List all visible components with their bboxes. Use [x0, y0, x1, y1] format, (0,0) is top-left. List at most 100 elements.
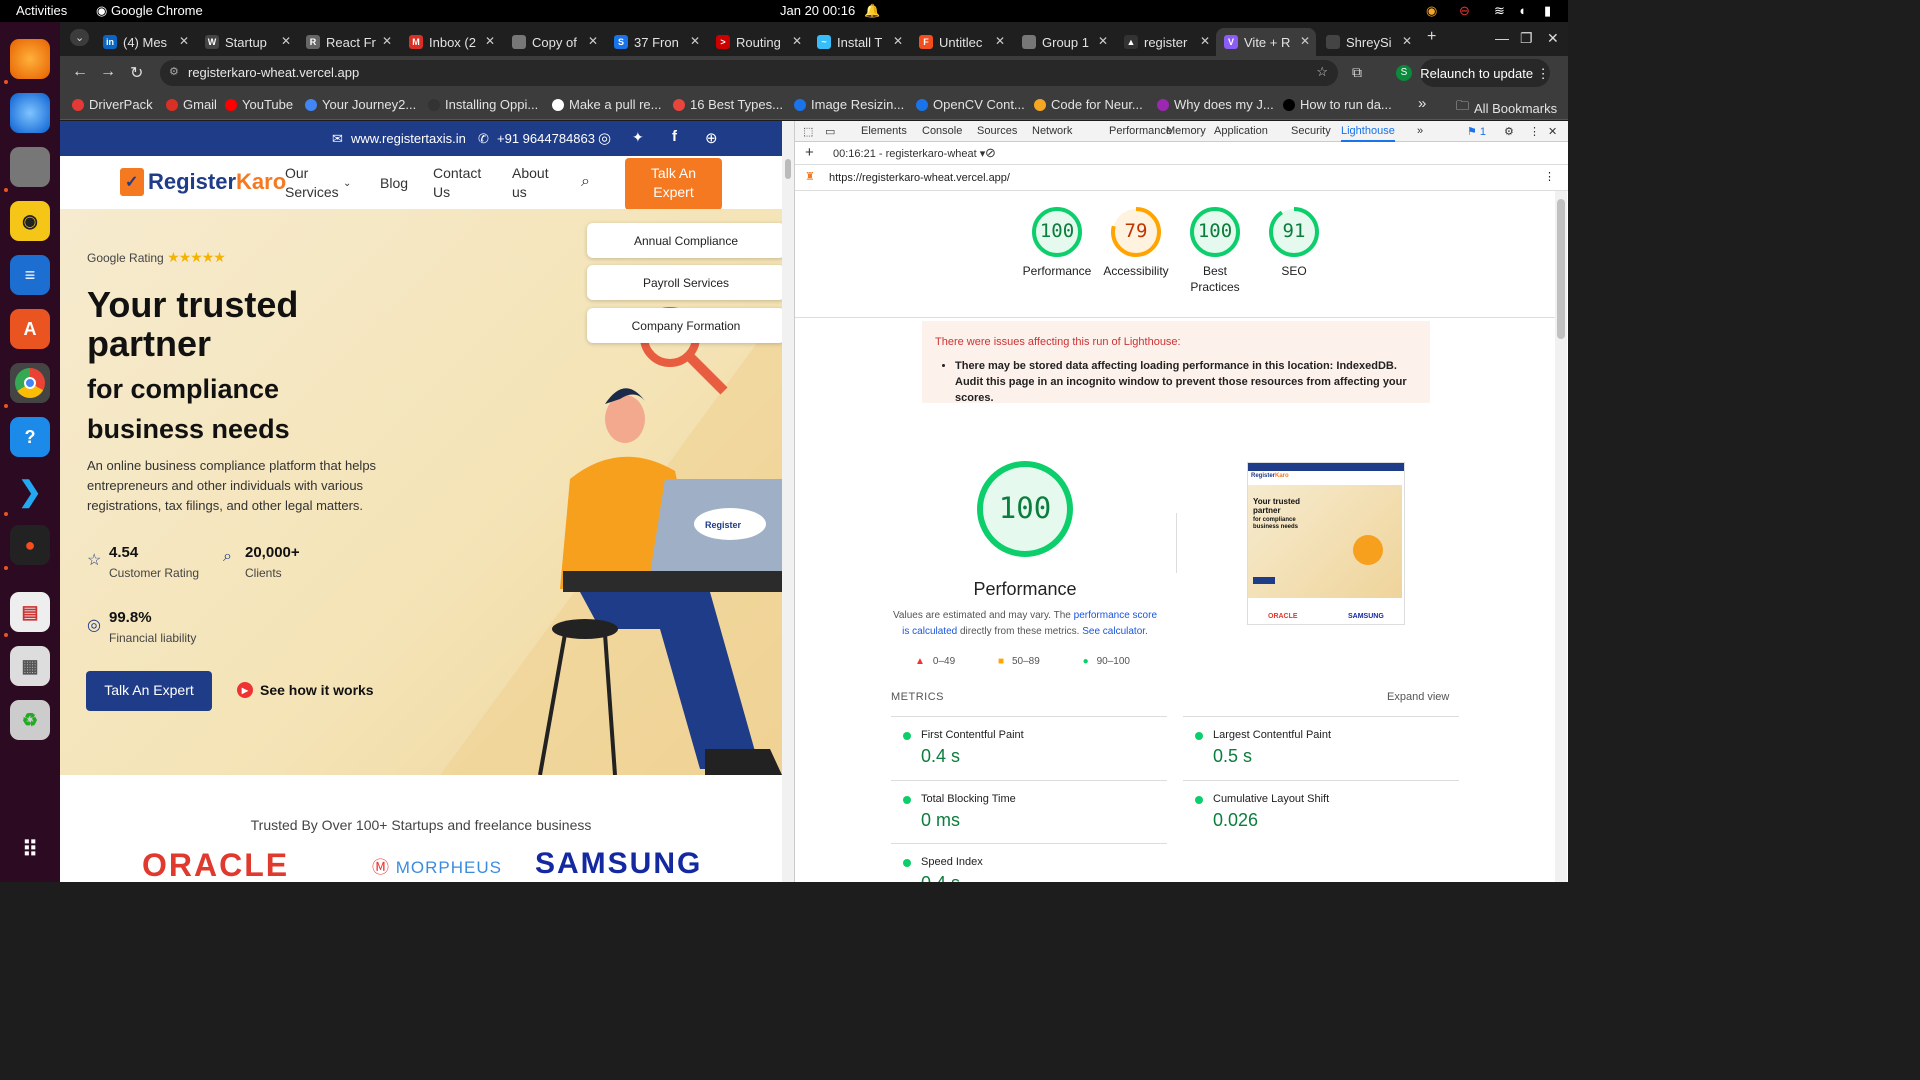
more-tabs-icon[interactable]: » — [1417, 125, 1423, 137]
expand-view-toggle[interactable]: Expand view — [1387, 691, 1449, 703]
browser-tab[interactable]: ShreySi ✕ — [1318, 28, 1418, 56]
devtools-tab-application[interactable]: Application — [1214, 125, 1268, 137]
close-tab-icon[interactable]: ✕ — [792, 34, 802, 48]
devtools-tab-console[interactable]: Console — [922, 125, 962, 137]
nav-contact-us[interactable]: Contact Us — [433, 164, 485, 202]
battery-icon[interactable]: ▮ — [1544, 3, 1551, 19]
browser-tab[interactable]: ~ Install T ✕ — [809, 28, 909, 56]
twitter-icon[interactable]: ✦ — [632, 129, 644, 146]
profile-avatar[interactable]: S — [1396, 65, 1412, 81]
firefox-icon[interactable] — [10, 39, 50, 79]
devtools-tab-network[interactable]: Network — [1032, 125, 1072, 137]
devtools-scrollbar[interactable] — [1555, 191, 1567, 882]
app-center-icon[interactable]: A — [10, 309, 50, 349]
devtools-tab-lighthouse[interactable]: Lighthouse — [1341, 125, 1395, 142]
show-apps-icon[interactable]: ⠿ — [10, 830, 50, 870]
score-gauge[interactable]: 91 SEO — [1254, 205, 1334, 279]
close-tab-icon[interactable]: ✕ — [179, 34, 189, 48]
clear-icon[interactable]: ⊘ — [985, 145, 996, 161]
relaunch-button[interactable]: Relaunch to update ⋮ — [1420, 59, 1550, 87]
browser-tab[interactable]: ▲ register ✕ — [1116, 28, 1216, 56]
browser-tab[interactable]: M Inbox (2 ✕ — [401, 28, 501, 56]
search-icon[interactable]: ⌕ — [581, 172, 590, 191]
bookmark-item[interactable]: OpenCV Cont... — [916, 97, 1025, 112]
browser-tab[interactable]: V Vite + R ✕ — [1216, 28, 1316, 56]
volume-icon[interactable]: ◖ — [1518, 3, 1526, 18]
dropdown-item[interactable]: Annual Compliance — [587, 223, 785, 258]
close-tab-icon[interactable]: ✕ — [382, 34, 392, 48]
writer-icon[interactable]: ≡ — [10, 255, 50, 295]
all-bookmarks-button[interactable]: 🗀 All Bookmarks — [1456, 97, 1557, 119]
new-report-icon[interactable]: + — [805, 144, 814, 161]
devtools-tab-elements[interactable]: Elements — [861, 125, 907, 137]
forward-button[interactable]: → — [100, 63, 116, 81]
close-tab-icon[interactable]: ✕ — [485, 34, 495, 48]
devtools-tab-performance[interactable]: Performance — [1109, 125, 1172, 137]
maximize-button[interactable]: ❐ — [1520, 30, 1533, 47]
report-menu-icon[interactable]: ⋮ — [1544, 170, 1555, 183]
tab-search-button[interactable]: ⌄ — [70, 29, 90, 46]
bookmark-item[interactable]: Your Journey2... — [305, 97, 416, 112]
talk-expert-nav-button[interactable]: Talk An Expert — [625, 158, 722, 210]
score-gauge[interactable]: 100 Best Practices — [1175, 205, 1255, 295]
chrome-tray-icon[interactable]: ◉ — [1426, 3, 1437, 19]
trash-icon[interactable]: ♻ — [10, 700, 50, 740]
browser-tab[interactable]: R React Fr ✕ — [298, 28, 398, 56]
bookmark-item[interactable]: Why does my J... — [1157, 97, 1274, 112]
devtools-tab-sources[interactable]: Sources — [977, 125, 1017, 137]
devtools-tab-memory[interactable]: Memory — [1166, 125, 1206, 137]
rhythmbox-icon[interactable]: ◉ — [10, 201, 50, 241]
close-devtools-icon[interactable]: ✕ — [1548, 125, 1557, 138]
close-tab-icon[interactable]: ✕ — [690, 34, 700, 48]
wifi-icon[interactable]: ≋ — [1494, 3, 1505, 19]
close-tab-icon[interactable]: ✕ — [893, 34, 903, 48]
score-gauge[interactable]: 100 Performance — [1017, 205, 1097, 279]
nav-our-services[interactable]: Our Services — [285, 164, 339, 202]
browser-tab[interactable]: F Untitlec ✕ — [911, 28, 1011, 56]
scrollbar-thumb[interactable] — [785, 159, 791, 179]
browser-tab[interactable]: W Startup ✕ — [197, 28, 297, 56]
browser-tab[interactable]: Group 1 ✕ — [1014, 28, 1114, 56]
dropdown-item[interactable]: Company Formation — [587, 308, 785, 343]
chrome-icon[interactable] — [10, 363, 50, 403]
browser-tab[interactable]: in (4) Mes ✕ — [95, 28, 195, 56]
bookmark-item[interactable]: Installing Oppi... — [428, 97, 538, 112]
figma-icon[interactable]: ● — [10, 525, 50, 565]
reload-button[interactable]: ↻ — [130, 63, 143, 83]
close-tab-icon[interactable]: ✕ — [1200, 34, 1210, 48]
new-tab-button[interactable]: + — [1427, 28, 1436, 46]
nav-about-us[interactable]: About us — [512, 164, 554, 202]
see-how-it-works-button[interactable]: ▶ See how it works — [237, 682, 374, 698]
minimize-button[interactable]: — — [1495, 30, 1509, 46]
close-tab-icon[interactable]: ✕ — [1098, 34, 1108, 48]
browser-tab[interactable]: S 37 Fron ✕ — [606, 28, 706, 56]
devtools-scrollbar-thumb[interactable] — [1557, 199, 1565, 339]
back-button[interactable]: ← — [72, 63, 88, 81]
chevron-down-icon[interactable]: ⌄ — [343, 174, 351, 193]
globe-icon[interactable]: ⊕ — [705, 129, 718, 147]
close-tab-icon[interactable]: ✕ — [1300, 34, 1310, 48]
text-editor-icon[interactable]: ▦ — [10, 646, 50, 686]
bookmark-item[interactable]: Image Resizin... — [794, 97, 904, 112]
site-logo[interactable]: ✓ Register Karo — [120, 168, 286, 196]
bookmark-item[interactable]: YouTube — [225, 97, 293, 112]
settings-gear-icon[interactable]: ⚙ — [1504, 125, 1514, 138]
report-url[interactable]: https://registerkaro-wheat.vercel.app/ — [829, 172, 1010, 184]
more-bookmarks-button[interactable]: » — [1418, 95, 1426, 112]
score-gauge[interactable]: 79 Accessibility — [1096, 205, 1176, 279]
devtools-tab-security[interactable]: Security — [1291, 125, 1331, 137]
dropdown-item[interactable]: Payroll Services — [587, 265, 785, 300]
help-icon[interactable]: ? — [10, 417, 50, 457]
facebook-icon[interactable]: f — [672, 128, 677, 145]
thunderbird-icon[interactable] — [10, 93, 50, 133]
close-tab-icon[interactable]: ✕ — [281, 34, 291, 48]
clock[interactable]: Jan 20 00:16 — [780, 3, 855, 18]
talk-expert-button[interactable]: Talk An Expert — [86, 671, 212, 711]
bookmark-item[interactable]: How to run da... — [1283, 97, 1392, 112]
kebab-menu-icon[interactable]: ⋮ — [1529, 125, 1540, 138]
instagram-icon[interactable]: ◎ — [598, 129, 611, 147]
see-calculator-link[interactable]: See calculator. — [1082, 626, 1148, 637]
document-viewer-icon[interactable]: ▤ — [10, 592, 50, 632]
address-bar[interactable]: ⚙ registerkaro-wheat.vercel.app ☆ — [160, 60, 1338, 86]
files-icon[interactable] — [10, 147, 50, 187]
